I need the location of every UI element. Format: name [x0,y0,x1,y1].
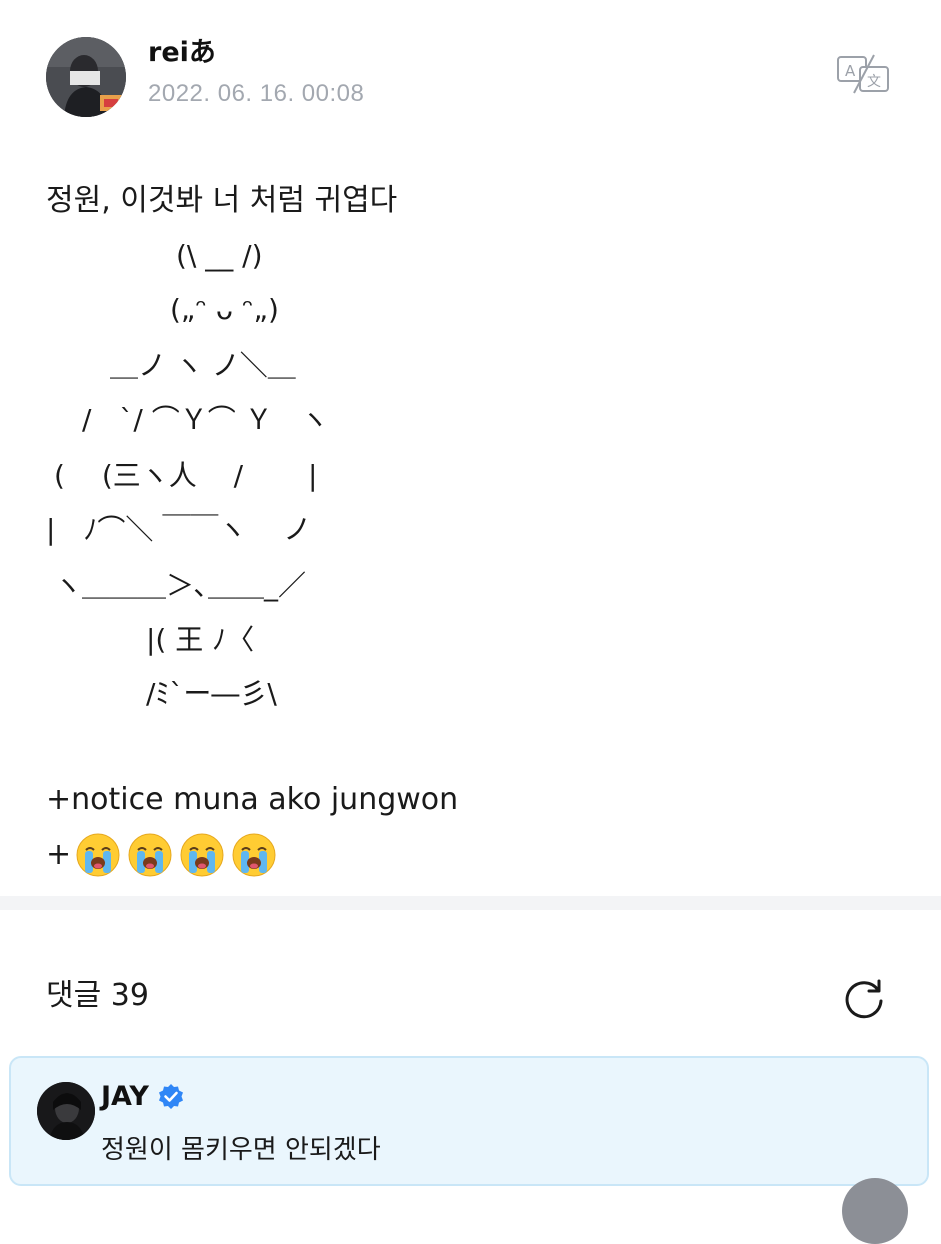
avatar-photo [46,37,126,117]
section-divider [0,896,941,910]
loudly-crying-face-icon [75,832,121,878]
author-avatar[interactable] [46,37,126,117]
ascii-row: /ﾐ`ー―彡\ [146,677,277,710]
emoji-prefix: + [46,837,72,872]
comments-header: 댓글 39 [0,960,941,1040]
comment-text: 정원이 몸키우면 안되겠다 [101,1135,381,1165]
ascii-row: | ﾉ⌒＼ ￣￣ヽ ノ [46,513,312,546]
loudly-crying-face-icon [231,832,277,878]
loudly-crying-face-icon [127,832,173,878]
post-header: reiあ 2022. 06. 16. 00:08 A 文 [0,0,941,140]
post-timestamp: 2022. 06. 16. 00:08 [148,80,365,107]
ascii-row: / `/ ⌒Ｙ⌒ Ｙ ヽ [82,403,329,436]
loudly-crying-face-icon [179,832,225,878]
translate-button[interactable]: A 文 [834,52,894,96]
scroll-button[interactable] [842,1178,908,1244]
translate-icon: A 文 [837,54,889,94]
post-body: 정원, 이것봐 너 처럼 귀엽다 [46,176,916,226]
ascii-art: (\ __ /) („ᵔ ᴗ ᵔ„) ＿ノ ヽ ノ＼＿ / `/ ⌒Ｙ⌒ Ｙ ヽ… [46,230,466,730]
post-first-line: 정원, 이것봐 너 처럼 귀엽다 [46,183,398,218]
emoji-line: + [46,830,283,880]
ascii-row: ＿ノ ヽ ノ＼＿ [110,349,296,382]
refresh-icon [845,979,883,1019]
svg-text:文: 文 [867,74,881,90]
ascii-row: ( (三ヽ人 / | [54,459,318,492]
author-name[interactable]: reiあ [148,36,216,70]
comment-author: JAY [101,1080,185,1114]
ascii-row: („ᵔ ᴗ ᵔ„) [170,293,279,326]
ascii-row: |( 王 ﾉ〈 [146,623,255,656]
comments-count-title: 댓글 39 [46,978,149,1013]
comment-card[interactable]: JAY 정원이 몸키우면 안되겠다 [9,1056,929,1186]
ascii-row: ヽ＿＿＿＞､＿＿_／ [54,569,307,602]
post-notice-line: +notice muna ako jungwon [46,782,459,817]
ascii-row: (\ __ /) [176,239,263,272]
commenter-photo [37,1082,95,1140]
svg-text:A: A [845,62,856,80]
verified-badge-icon [157,1083,185,1111]
refresh-button[interactable] [840,974,888,1022]
commenter-avatar[interactable] [37,1082,95,1140]
comment-author-name[interactable]: JAY [101,1080,149,1114]
